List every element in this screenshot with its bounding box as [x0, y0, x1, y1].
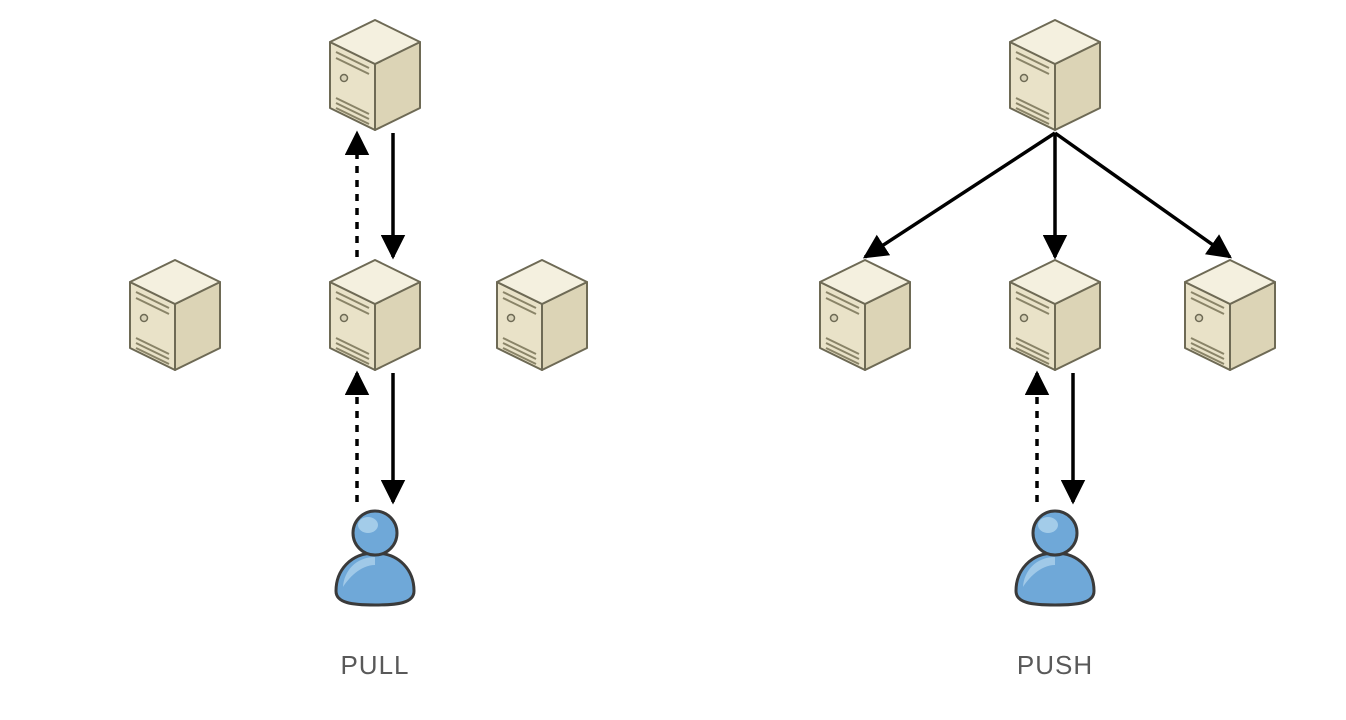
- response-arrow: [865, 133, 1055, 257]
- label-pull: PULL: [300, 650, 450, 681]
- server-icon: [130, 260, 220, 370]
- server-icon: [820, 260, 910, 370]
- diagram-canvas: [0, 0, 1346, 720]
- server-icon: [1010, 260, 1100, 370]
- user-icon: [1016, 511, 1094, 605]
- server-icon: [1010, 20, 1100, 130]
- user-icon: [336, 511, 414, 605]
- server-icon: [330, 20, 420, 130]
- server-icon: [1185, 260, 1275, 370]
- response-arrow: [1055, 133, 1230, 257]
- nodes-layer: [130, 20, 1275, 605]
- label-push: PUSH: [980, 650, 1130, 681]
- server-icon: [497, 260, 587, 370]
- server-icon: [330, 260, 420, 370]
